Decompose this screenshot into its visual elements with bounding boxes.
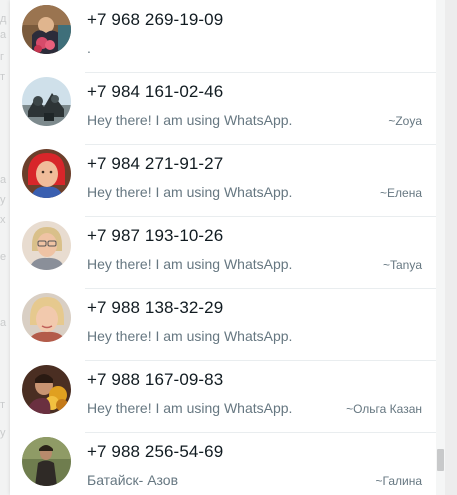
contact-row[interactable]: +7 968 269-19-09 . xyxy=(10,0,436,73)
contact-status: Hey there! I am using WhatsApp. xyxy=(87,328,293,344)
contact-avatar xyxy=(22,437,71,486)
background-chat-strip: д а г т а у х е а т у xyxy=(0,0,10,495)
contacts-list-panel[interactable]: +7 968 269-19-09 . +7 984 161-02-46 Hey … xyxy=(10,0,436,495)
contact-info: +7 984 271-91-27 Hey there! I am using W… xyxy=(85,144,436,217)
contact-status: . xyxy=(87,40,91,56)
contact-avatar xyxy=(22,149,71,198)
contact-status: Батайск- Азов xyxy=(87,472,179,488)
contact-avatar xyxy=(22,365,71,414)
contact-pushname: ~Tanya xyxy=(382,258,422,272)
contact-phone: +7 988 138-32-29 xyxy=(87,298,224,317)
contact-status: Hey there! I am using WhatsApp. xyxy=(87,184,293,200)
contact-status: Hey there! I am using WhatsApp. xyxy=(87,400,293,416)
contact-phone: +7 968 269-19-09 xyxy=(87,10,224,29)
contact-phone: +7 987 193-10-26 xyxy=(87,226,224,245)
contact-info: +7 987 193-10-26 Hey there! I am using W… xyxy=(85,216,436,289)
contact-row[interactable]: +7 988 256-54-69 Батайск- Азов ~Галина xyxy=(10,432,436,495)
contact-row[interactable]: +7 984 271-91-27 Hey there! I am using W… xyxy=(10,144,436,217)
contact-info: +7 984 161-02-46 Hey there! I am using W… xyxy=(85,72,436,145)
contact-info: +7 988 256-54-69 Батайск- Азов ~Галина xyxy=(85,432,436,495)
contact-pushname: ~Zoya xyxy=(388,114,422,128)
contact-pushname: ~Галина xyxy=(375,474,422,488)
contact-row[interactable]: +7 984 161-02-46 Hey there! I am using W… xyxy=(10,72,436,145)
contact-phone: +7 988 167-09-83 xyxy=(87,370,224,389)
background-right-edge xyxy=(445,0,457,495)
contact-avatar xyxy=(22,293,71,342)
contact-row[interactable]: +7 987 193-10-26 Hey there! I am using W… xyxy=(10,216,436,289)
scrollbar-thumb[interactable] xyxy=(437,449,444,471)
contact-phone: +7 988 256-54-69 xyxy=(87,442,224,461)
contact-row[interactable]: +7 988 138-32-29 Hey there! I am using W… xyxy=(10,288,436,361)
contact-avatar xyxy=(22,221,71,270)
contact-pushname: ~Ольга Казан xyxy=(346,402,422,416)
contact-info: +7 988 167-09-83 Hey there! I am using W… xyxy=(85,360,436,433)
contact-avatar xyxy=(22,77,71,126)
contact-info: +7 988 138-32-29 Hey there! I am using W… xyxy=(85,288,436,361)
contact-pushname: ~Елена xyxy=(380,186,422,200)
contact-phone: +7 984 271-91-27 xyxy=(87,154,224,173)
contact-row[interactable]: +7 988 167-09-83 Hey there! I am using W… xyxy=(10,360,436,433)
contact-status: Hey there! I am using WhatsApp. xyxy=(87,112,293,128)
contact-info: +7 968 269-19-09 . xyxy=(85,0,436,73)
vertical-scrollbar[interactable] xyxy=(436,0,445,495)
contact-status: Hey there! I am using WhatsApp. xyxy=(87,256,293,272)
contact-avatar xyxy=(22,5,71,54)
contact-phone: +7 984 161-02-46 xyxy=(87,82,224,101)
